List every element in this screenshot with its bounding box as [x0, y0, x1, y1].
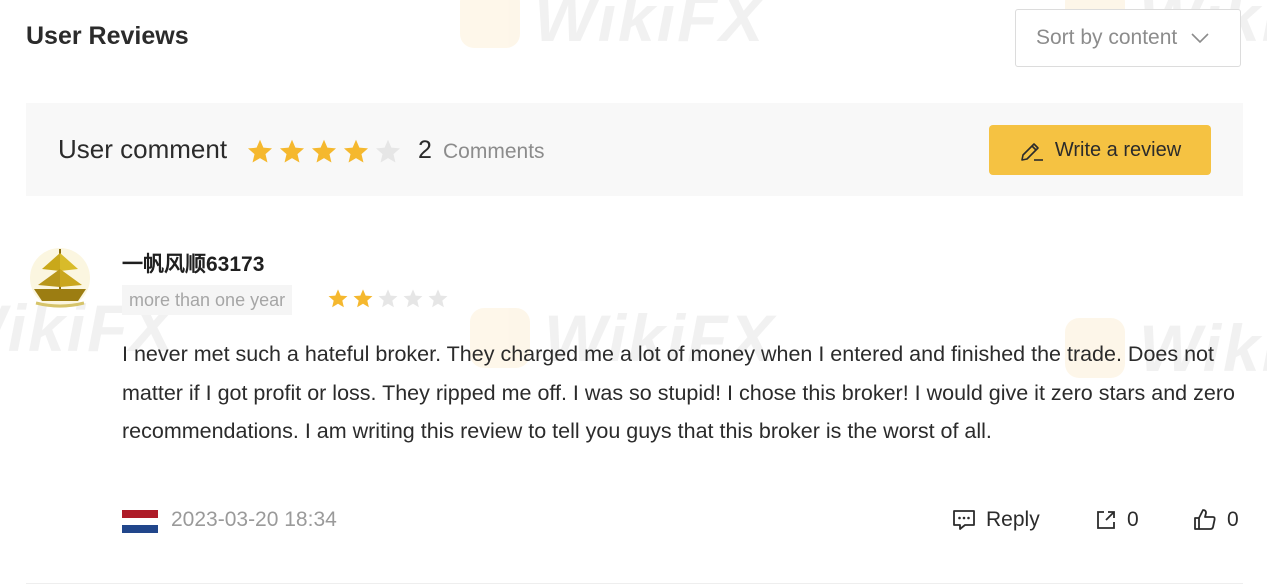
pen-icon	[1021, 143, 1043, 161]
star-filled-icon	[311, 139, 337, 163]
comment-count-label: Comments	[443, 140, 545, 163]
review-username[interactable]: 一帆风顺63173	[122, 248, 264, 278]
star-filled-icon	[353, 289, 373, 308]
reply-label: Reply	[986, 508, 1040, 531]
like-button[interactable]: 0	[1193, 508, 1239, 532]
like-count: 0	[1227, 508, 1239, 531]
star-empty-icon	[378, 289, 398, 308]
review-text: I never met such a hateful broker. They …	[122, 342, 1235, 443]
star-empty-icon	[375, 139, 401, 163]
avatar	[28, 245, 92, 311]
reply-button[interactable]: Reply	[952, 508, 1040, 532]
rating-summary-bar: User comment 2 Comments Write a review	[26, 103, 1243, 196]
star-filled-icon	[328, 289, 348, 308]
sort-label: Sort by content	[1036, 26, 1178, 49]
netherlands-flag-icon	[122, 510, 158, 533]
review-time-tag: more than one year	[122, 285, 293, 315]
star-filled-icon	[247, 139, 273, 163]
star-empty-icon	[403, 289, 423, 308]
star-filled-icon	[279, 139, 305, 163]
summary-label: User comment	[58, 134, 228, 164]
review-star-rating	[327, 288, 449, 310]
share-count: 0	[1127, 508, 1139, 531]
comment-count: 2	[418, 136, 432, 164]
review-date: 2023-03-20 18:34	[171, 508, 337, 531]
summary-star-rating	[246, 138, 402, 166]
watermark-text: WikiFX	[534, 0, 766, 55]
comment-icon	[953, 510, 975, 530]
watermark: WikiFX	[460, 0, 765, 56]
write-review-label: Write a review	[1054, 138, 1182, 161]
thumbs-up-icon	[1194, 509, 1216, 530]
chevron-down-icon	[1191, 33, 1209, 44]
watermark-logo	[460, 0, 520, 48]
page-title: User Reviews	[26, 22, 189, 50]
share-icon	[1097, 511, 1115, 529]
share-button[interactable]: 0	[1095, 508, 1139, 532]
divider	[26, 583, 1243, 584]
sort-dropdown[interactable]: Sort by content	[1015, 9, 1241, 67]
star-empty-icon	[428, 289, 448, 308]
write-review-button[interactable]: Write a review	[989, 125, 1211, 175]
star-filled-icon	[343, 139, 369, 163]
